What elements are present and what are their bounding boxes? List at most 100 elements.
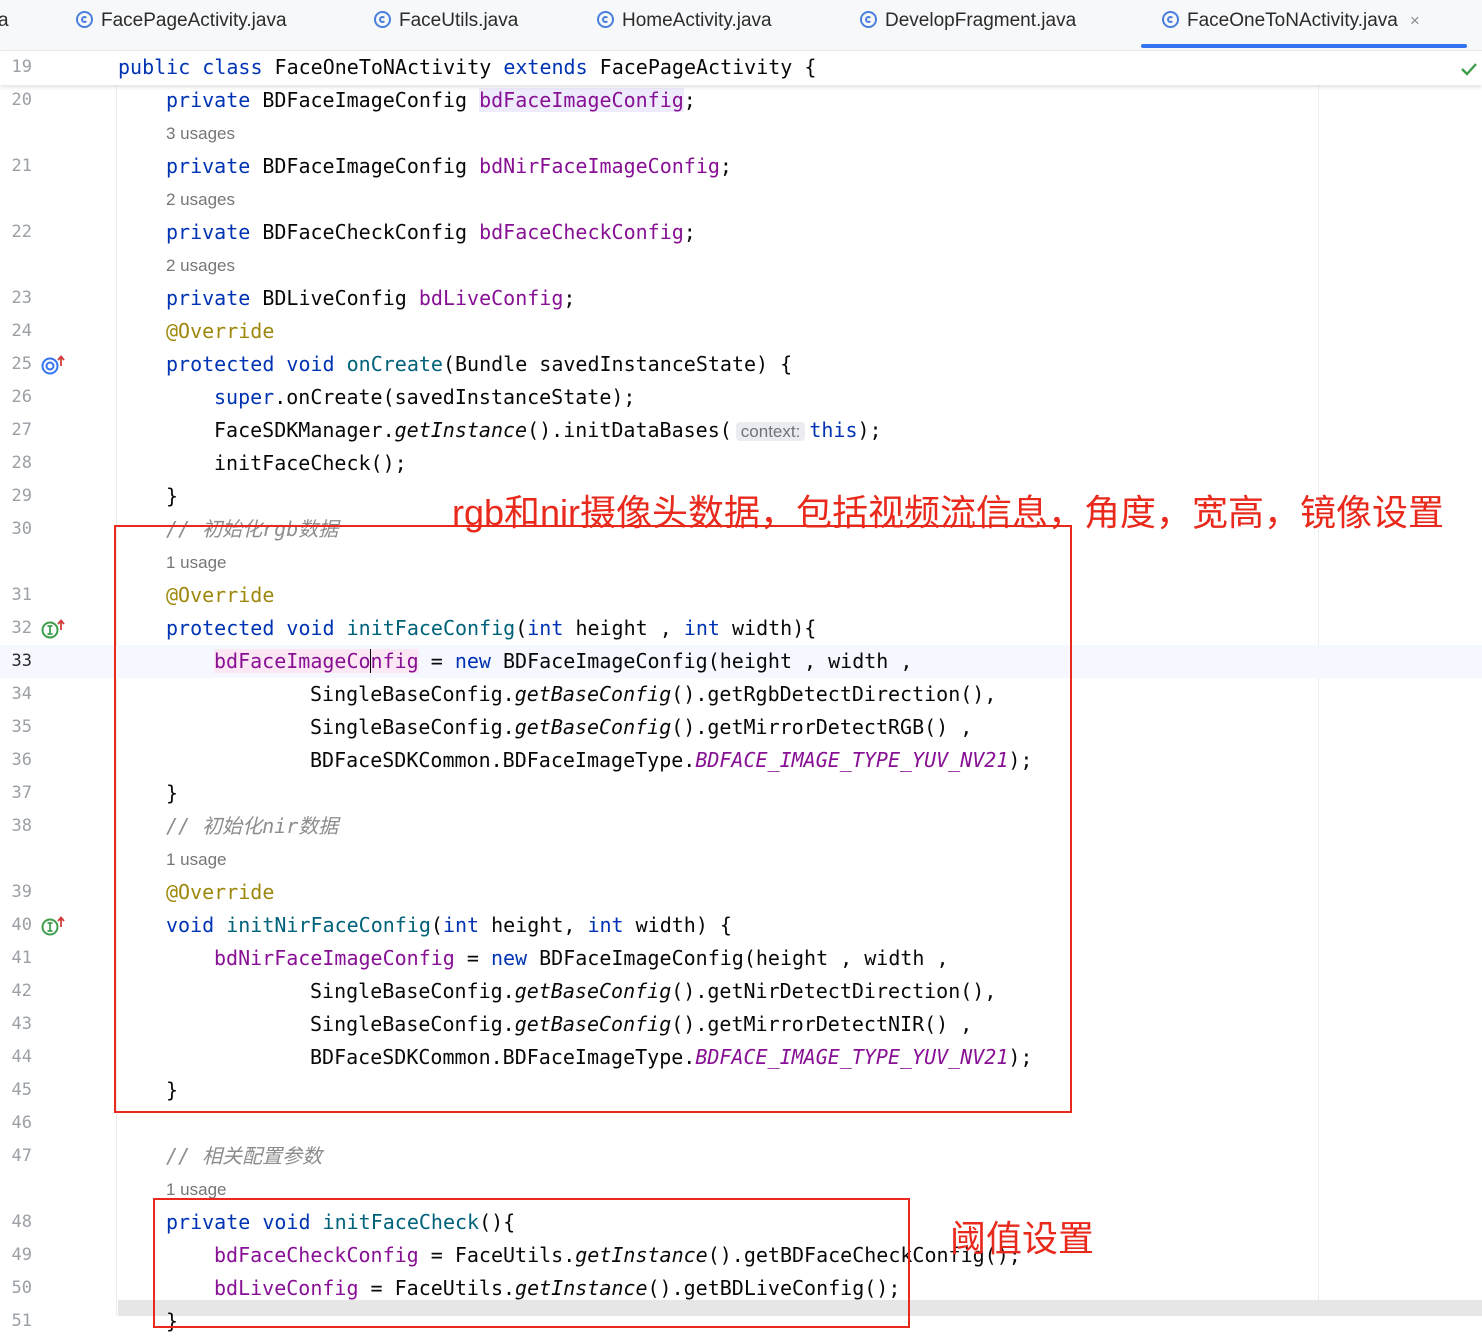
code-line[interactable]: 24 @Override bbox=[0, 315, 1482, 348]
code-line[interactable]: 28 initFaceCheck(); bbox=[0, 447, 1482, 480]
line-number[interactable]: 40 bbox=[0, 909, 32, 942]
tab-homeactivity-java[interactable]: HomeActivity.java bbox=[597, 0, 772, 42]
line-number[interactable]: 47 bbox=[0, 1140, 32, 1173]
tab-developfragment-java[interactable]: DevelopFragment.java bbox=[860, 0, 1076, 42]
active-tab-underline bbox=[1141, 44, 1467, 48]
line-number[interactable]: 44 bbox=[0, 1041, 32, 1074]
code-token: bdFaceImageConfig bbox=[479, 88, 684, 112]
inspection-ok-icon[interactable] bbox=[1460, 61, 1478, 77]
tab-label: FaceOneToNActivity.java bbox=[1187, 10, 1398, 31]
parameter-hint: context: bbox=[735, 422, 806, 441]
usages-hint[interactable]: 2 usages bbox=[166, 249, 235, 282]
tab-label: FaceUtils.java bbox=[399, 10, 519, 31]
code-text: initFaceCheck(); bbox=[214, 447, 407, 480]
line-number[interactable]: 19 bbox=[0, 51, 32, 84]
code-token: private bbox=[166, 220, 263, 244]
code-token: extends bbox=[503, 55, 600, 79]
line-number[interactable]: 29 bbox=[0, 480, 32, 513]
code-text: private BDLiveConfig bdLiveConfig; bbox=[166, 282, 575, 315]
code-token: ().initDataBases( bbox=[527, 418, 732, 442]
code-line[interactable]: 26 super.onCreate(savedInstanceState); bbox=[0, 381, 1482, 414]
implements-method-icon[interactable] bbox=[40, 618, 66, 640]
code-token: bdFaceCheckConfig bbox=[479, 220, 684, 244]
code-token: this bbox=[809, 418, 858, 442]
code-text: super.onCreate(savedInstanceState); bbox=[214, 381, 635, 414]
tab-label: DevelopFragment.java bbox=[885, 10, 1077, 31]
code-token: ); bbox=[857, 418, 882, 442]
line-number[interactable]: 37 bbox=[0, 777, 32, 810]
sticky-header-line: 19 public class FaceOneToNActivity extend… bbox=[0, 51, 1482, 85]
line-number[interactable]: 35 bbox=[0, 711, 32, 744]
code-token: bdNirFaceImageConfig bbox=[479, 154, 720, 178]
code-line[interactable]: 22 private BDFaceCheckConfig bdFaceCheckC… bbox=[0, 216, 1482, 249]
annotation-label-camera-config: rgb和nir摄像头数据，包括视频流信息，角度，宽高，镜像设置 bbox=[452, 492, 1445, 533]
line-number[interactable]: 49 bbox=[0, 1239, 32, 1272]
tab-faceonetonactivity-java[interactable]: FaceOneToNActivity.java × bbox=[1162, 0, 1420, 42]
line-number[interactable]: 45 bbox=[0, 1074, 32, 1107]
line-number[interactable]: 46 bbox=[0, 1107, 32, 1140]
code-line[interactable]: 20 private BDFaceImageConfig bdFaceImageC… bbox=[0, 84, 1482, 117]
line-number[interactable]: 50 bbox=[0, 1272, 32, 1305]
line-number[interactable]: 41 bbox=[0, 942, 32, 975]
annotation-box-threshold bbox=[153, 1198, 910, 1328]
line-number[interactable]: 48 bbox=[0, 1206, 32, 1239]
tab-faceutils-java[interactable]: FaceUtils.java bbox=[374, 0, 518, 42]
usages-hint[interactable]: 2 usages bbox=[166, 183, 235, 216]
line-number[interactable]: 28 bbox=[0, 447, 32, 480]
line-number[interactable]: 36 bbox=[0, 744, 32, 777]
code-token: void bbox=[286, 352, 347, 376]
line-number[interactable]: 25 bbox=[0, 348, 32, 381]
line-number[interactable]: 33 bbox=[0, 645, 32, 678]
usages-hint[interactable]: 3 usages bbox=[166, 117, 235, 150]
code-token: FacePageActivity { bbox=[599, 55, 817, 79]
line-number[interactable]: 51 bbox=[0, 1305, 32, 1338]
tab-label: a bbox=[0, 10, 9, 31]
line-number[interactable]: 22 bbox=[0, 216, 32, 249]
line-number[interactable]: 32 bbox=[0, 612, 32, 645]
code-token: private bbox=[166, 286, 263, 310]
code-token: FaceSDKManager. bbox=[214, 418, 395, 442]
code-token: getInstance bbox=[394, 418, 528, 442]
code-text: protected void onCreate(Bundle savedInst… bbox=[166, 348, 792, 381]
code-line[interactable]: 27 FaceSDKManager.getInstance().initDataB… bbox=[0, 414, 1482, 447]
line-number[interactable]: 26 bbox=[0, 381, 32, 414]
java-class-icon bbox=[860, 11, 877, 28]
code-line[interactable]: 21 private BDFaceImageConfig bdNirFaceIma… bbox=[0, 150, 1482, 183]
code-token: .onCreate(savedInstanceState); bbox=[274, 385, 636, 409]
line-number[interactable]: 43 bbox=[0, 1008, 32, 1041]
code-text: } bbox=[166, 480, 178, 513]
overrides-method-icon[interactable] bbox=[40, 354, 66, 376]
code-token: ; bbox=[719, 154, 732, 178]
line-number[interactable]: 42 bbox=[0, 975, 32, 1008]
line-number[interactable]: 39 bbox=[0, 876, 32, 909]
code-text: public class FaceOneToNActivity extends … bbox=[118, 51, 816, 84]
line-number[interactable]: 27 bbox=[0, 414, 32, 447]
code-text: @Override bbox=[166, 315, 274, 348]
line-number[interactable]: 38 bbox=[0, 810, 32, 843]
line-number[interactable]: 20 bbox=[0, 84, 32, 117]
code-text: FaceSDKManager.getInstance().initDataBas… bbox=[214, 414, 882, 448]
tab-label: FacePageActivity.java bbox=[101, 10, 287, 31]
line-number[interactable]: 34 bbox=[0, 678, 32, 711]
tab-a[interactable]: a bbox=[0, 0, 9, 42]
java-class-icon bbox=[597, 11, 614, 28]
line-number[interactable]: 30 bbox=[0, 513, 32, 546]
implements-method-icon[interactable] bbox=[40, 915, 66, 937]
code-token: protected bbox=[166, 352, 287, 376]
code-token: super bbox=[214, 385, 275, 409]
code-token: ; bbox=[563, 286, 576, 310]
code-token: // 相关配置参数 bbox=[166, 1144, 323, 1168]
code-text: private BDFaceImageConfig bdNirFaceImage… bbox=[166, 150, 732, 183]
code-token: BDFaceCheckConfig bbox=[262, 220, 480, 244]
line-number[interactable]: 24 bbox=[0, 315, 32, 348]
line-number[interactable]: 21 bbox=[0, 150, 32, 183]
code-line[interactable]: 25 protected void onCreate(Bundle savedIn… bbox=[0, 348, 1482, 381]
code-line[interactable]: 23 private BDLiveConfig bdLiveConfig; bbox=[0, 282, 1482, 315]
close-tab-icon[interactable]: × bbox=[1410, 11, 1420, 30]
code-line[interactable]: 19 public class FaceOneToNActivity extend… bbox=[0, 51, 1482, 84]
code-line[interactable]: 47 // 相关配置参数 bbox=[0, 1140, 1482, 1173]
line-number[interactable]: 31 bbox=[0, 579, 32, 612]
tab-facepageactivity-java[interactable]: FacePageActivity.java bbox=[76, 0, 287, 42]
line-number[interactable]: 23 bbox=[0, 282, 32, 315]
code-token: class bbox=[202, 55, 275, 79]
